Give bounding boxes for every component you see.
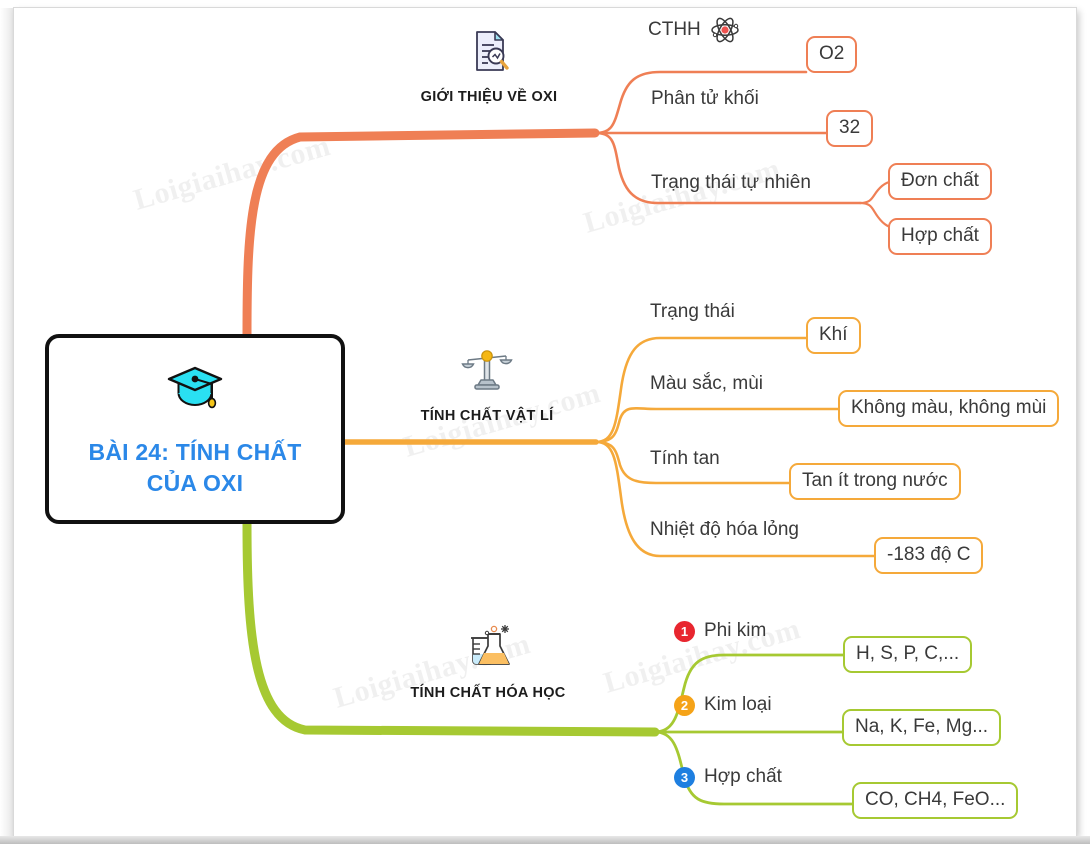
mindmap-canvas: Loigiaihay.com Loigiaihay.com Loigiaihay… xyxy=(0,0,1090,844)
sublabel-text: Phân tử khối xyxy=(651,88,759,109)
leaf-o2[interactable]: O2 xyxy=(806,36,858,74)
sublabel-tinh-tan: Tính tan xyxy=(650,448,720,470)
central-node[interactable]: BÀI 24: TÍNH CHẤT CỦA OXI xyxy=(45,334,345,524)
branch-hoa-hoc[interactable]: TÍNH CHẤT HÓA HỌC xyxy=(378,620,598,701)
graduation-cap-icon xyxy=(164,360,226,415)
leaf-32[interactable]: 32 xyxy=(826,110,874,148)
sublabel-nhiet-do-hoa-long: Nhiệt độ hóa lỏng xyxy=(650,519,799,541)
page-edge-left xyxy=(0,0,14,844)
branch-label: TÍNH CHẤT HÓA HỌC xyxy=(410,685,566,701)
leaf-tan-it-trong-nuoc[interactable]: Tan ít trong nước xyxy=(789,463,961,501)
branch-vat-li[interactable]: TÍNH CHẤT VẬT LÍ xyxy=(377,343,597,424)
sublabel-trang-thai-tu-nhien: Trạng thái tự nhiên xyxy=(651,172,811,194)
number-badge-2: 2 xyxy=(674,694,695,716)
sublabel-text: Tính tan xyxy=(650,448,720,469)
leaf-kim-loai-examples[interactable]: Na, K, Fe, Mg... xyxy=(842,709,1002,747)
branch-label: GIỚI THIỆU VỀ OXI xyxy=(420,89,558,105)
branch-label: TÍNH CHẤT VẬT LÍ xyxy=(420,408,554,424)
leaf-khi[interactable]: Khí xyxy=(806,317,861,355)
sublabel-text: Màu sắc, mùi xyxy=(650,373,763,394)
page-title: BÀI 24: TÍNH CHẤT CỦA OXI xyxy=(88,439,302,496)
document-search-icon xyxy=(467,28,511,79)
sublabel-phan-tu-khoi: Phân tử khối xyxy=(651,88,759,110)
sublabel-text: Nhiệt độ hóa lỏng xyxy=(650,519,799,540)
leaf-183-do-c[interactable]: -183 độ C xyxy=(874,537,984,575)
sublabel-hop-chat: 3 Hợp chất xyxy=(674,766,782,788)
leaf-khong-mau-khong-mui[interactable]: Không màu, không mùi xyxy=(838,390,1060,428)
sublabel-cthh: CTHH xyxy=(648,15,740,45)
atom-icon xyxy=(710,15,740,45)
sublabel-text: Kim loại xyxy=(704,694,772,715)
branch-gioi-thieu[interactable]: GIỚI THIỆU VỀ OXI xyxy=(379,28,599,105)
leaf-phi-kim-examples[interactable]: H, S, P, C,... xyxy=(843,636,973,674)
sublabel-mau-sac-mui: Màu sắc, mùi xyxy=(650,373,763,395)
leaf-hop-chat-examples[interactable]: CO, CH4, FeO... xyxy=(852,782,1019,820)
sublabel-kim-loai: 2 Kim loại xyxy=(674,694,772,716)
balance-scale-icon xyxy=(461,343,513,398)
page-edge-top xyxy=(0,0,1090,8)
sublabel-phi-kim: 1 Phi kim xyxy=(674,620,766,642)
sublabel-text: CTHH xyxy=(648,19,701,40)
sublabel-text: Hợp chất xyxy=(704,766,782,787)
number-badge-3: 3 xyxy=(674,766,695,788)
sublabel-text: Phi kim xyxy=(704,620,767,641)
leaf-don-chat[interactable]: Đơn chất xyxy=(888,163,992,201)
page-edge-bottom xyxy=(0,836,1090,844)
sublabel-text: Trạng thái tự nhiên xyxy=(651,172,811,193)
leaf-hop-chat[interactable]: Hợp chất xyxy=(888,218,992,256)
flask-beaker-icon xyxy=(461,620,515,675)
sublabel-text: Trạng thái xyxy=(650,301,735,322)
number-badge-1: 1 xyxy=(674,620,695,642)
sublabel-trang-thai: Trạng thái xyxy=(650,301,735,323)
